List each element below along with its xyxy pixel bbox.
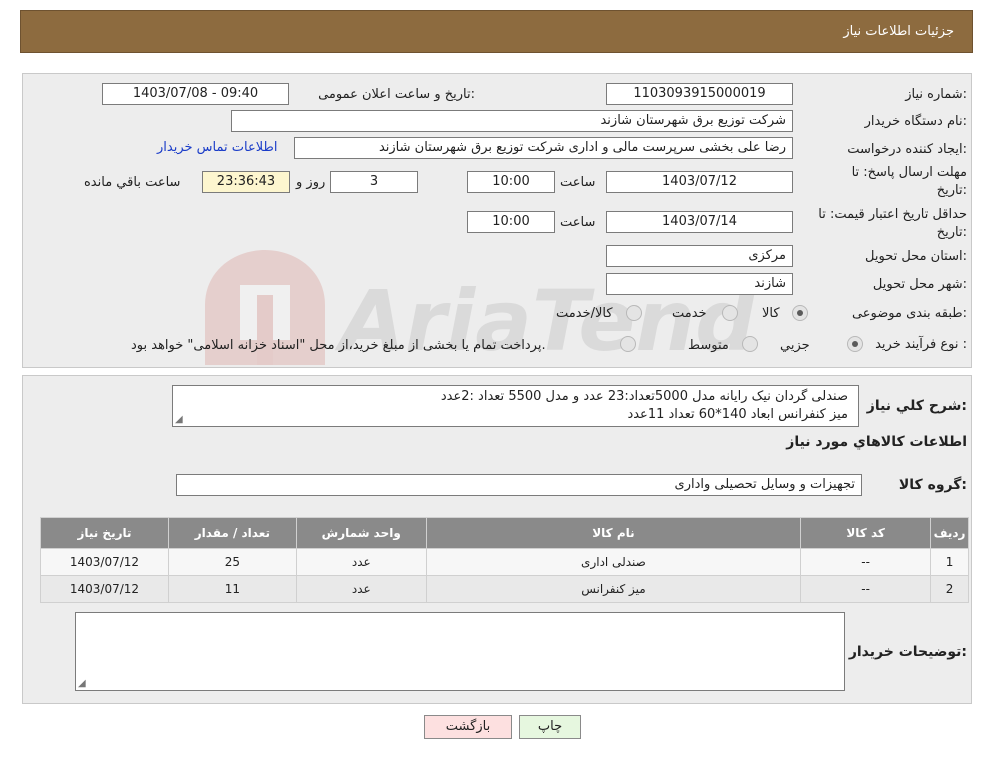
print-button[interactable]: چاپ [519,715,581,739]
goods-section-title: اطلاعات کالاهاي مورد نياز [786,434,967,450]
col-row-header: ردیف [930,517,969,549]
announce-datetime-field: 1403/07/08 - 09:40 [102,83,289,105]
reply-deadline-label-2: تاریخ: [936,183,967,198]
table-row: 2 -- میز کنفرانس عدد 11 1403/07/12 [40,575,969,603]
process-radio-medium[interactable] [742,336,758,352]
reply-time-field: 10:00 [467,171,555,193]
process-option-minor: جزیي [780,338,810,353]
col-name-header: نام کالا [425,517,802,549]
col-date-header: تاریخ نیاز [40,517,169,549]
goods-table: ردیف کد کالا نام کالا واحد شمارش تعداد /… [40,517,969,603]
category-radio-service[interactable] [722,305,738,321]
category-radio-goods[interactable] [792,305,808,321]
page-header: جزئیات اطلاعات نیاز [20,10,973,53]
buyer-contact-link[interactable]: اطلاعات تماس خریدار [157,140,277,155]
col-unit-header: واحد شمارش [295,517,427,549]
resize-grip-icon[interactable]: ◢ [175,414,183,425]
category-label: طبقه بندی موضوعی: [851,306,967,321]
price-validity-label: حداقل تاریخ اعتبار قیمت: تا [818,207,967,222]
city-field: شازند [606,273,793,295]
announce-label: تاریخ و ساعت اعلان عمومی: [318,87,475,102]
cell-qty: 25 [167,548,297,576]
description-label: شرح کلي نياز: [866,398,967,414]
need-number-label: شماره نیاز: [905,87,967,102]
cell-date: 1403/07/12 [40,548,169,576]
cell-code: -- [800,548,932,576]
process-radio-minor[interactable] [847,336,863,352]
cell-row: 1 [930,548,969,576]
category-option-goods: کالا [762,306,780,321]
remaining-time-label: ساعت باقي مانده [84,175,181,190]
reply-deadline-label: مهلت ارسال پاسخ: تا [851,165,967,180]
category-radio-goods-service[interactable] [626,305,642,321]
description-textarea[interactable]: صندلی گردان نیک رایانه مدل 5000تعداد:23 … [172,385,859,427]
cell-date: 1403/07/12 [40,575,169,603]
buyer-org-field: شرکت توزیع برق شهرستان شازند [231,110,793,132]
page-title: جزئیات اطلاعات نیاز [843,24,954,39]
category-option-goods-service: کالا/خدمت [556,306,613,321]
price-date-field: 1403/07/14 [606,211,793,233]
cell-code: -- [800,575,932,603]
creator-label: ایجاد کننده درخواست: [847,142,967,157]
buyer-notes-textarea[interactable]: ◢ [75,612,845,691]
resize-grip-icon[interactable]: ◢ [78,678,86,689]
cell-name: میز کنفرانس [425,575,802,603]
buyer-org-label: نام دستگاه خریدار: [864,114,967,129]
col-code-header: کد کالا [800,517,932,549]
cell-unit: عدد [295,575,427,603]
creator-field: رضا علی بخشی سرپرست مالی و اداری شرکت تو… [294,137,793,159]
need-number-field: 1103093915000019 [606,83,793,105]
category-option-service: خدمت [672,306,707,321]
reply-date-field: 1403/07/12 [606,171,793,193]
back-button[interactable]: بازگشت [424,715,512,739]
price-time-label: ساعت [560,215,596,230]
price-validity-label-2: تاریخ: [936,225,967,240]
goods-group-label: گروه کالا: [898,477,967,493]
days-label: روز و [296,175,326,190]
province-field: مرکزی [606,245,793,267]
reply-time-label: ساعت [560,175,596,190]
process-option-medium: متوسط [688,338,729,353]
cell-row: 2 [930,575,969,603]
cell-name: صندلی اداری [425,548,802,576]
col-qty-header: تعداد / مقدار [167,517,297,549]
process-label: نوع فرآیند خرید : [875,337,967,352]
goods-group-field: تجهیزات و وسایل تحصیلی واداری [176,474,862,496]
buyer-notes-label: توضیحات خریدار: [848,644,967,660]
province-label: استان محل تحویل: [865,249,967,264]
description-line-2: میز کنفرانس ابعاد 140*60 تعداد 11عدد [627,407,848,422]
price-time-field: 10:00 [467,211,555,233]
treasury-checkbox[interactable] [620,336,636,352]
treasury-note: پرداخت تمام یا بخشی از مبلغ خرید،از محل … [131,338,546,353]
cell-qty: 11 [167,575,297,603]
cell-unit: عدد [295,548,427,576]
city-label: شهر محل تحویل: [872,277,967,292]
remaining-time-field: 23:36:43 [202,171,290,193]
description-line-1: صندلی گردان نیک رایانه مدل 5000تعداد:23 … [440,389,848,404]
table-row: 1 -- صندلی اداری عدد 25 1403/07/12 [40,548,969,576]
days-remaining-field: 3 [330,171,418,193]
